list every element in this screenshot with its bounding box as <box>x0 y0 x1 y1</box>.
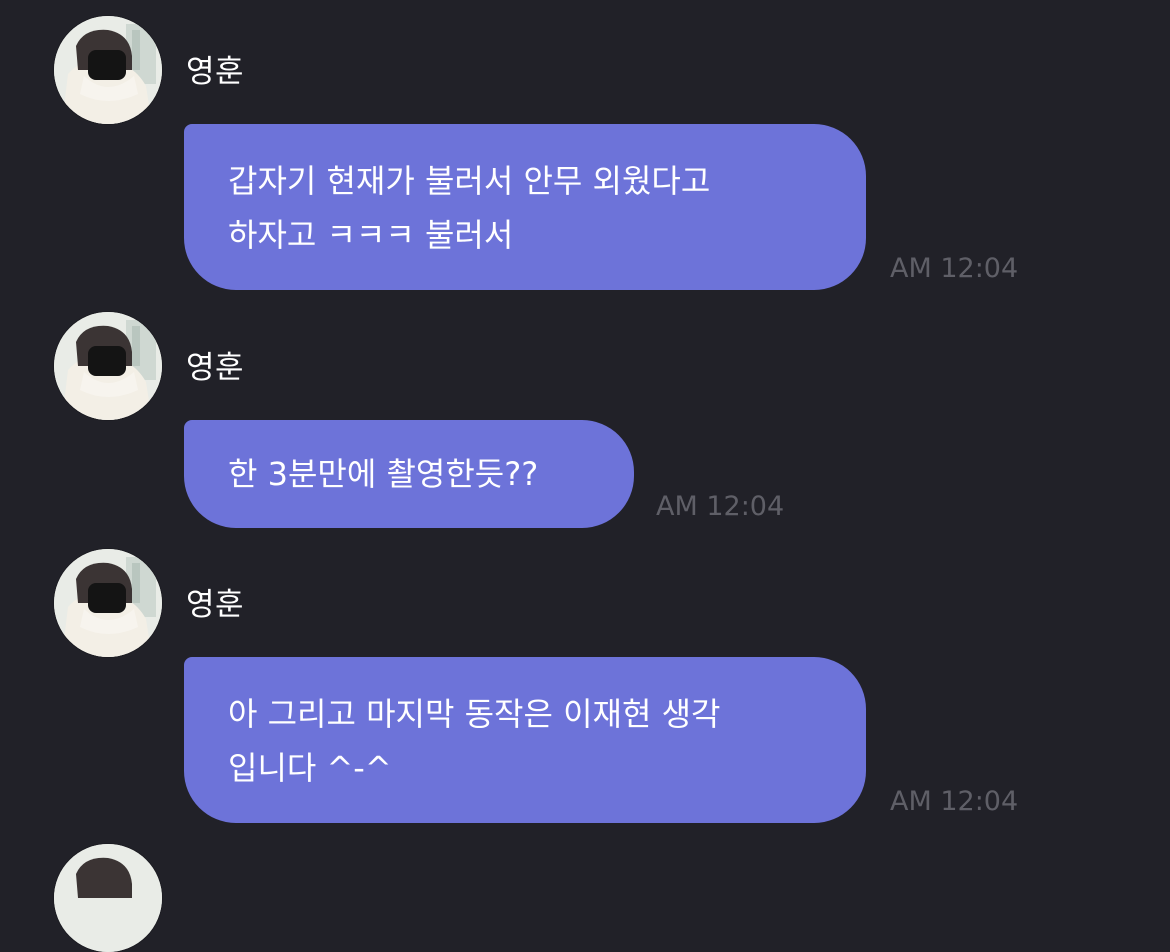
sender-name: 영훈 <box>186 350 245 386</box>
message-timestamp: AM 12:04 <box>890 786 1019 817</box>
avatar[interactable] <box>54 844 162 952</box>
profile-photo-icon <box>54 16 162 124</box>
profile-photo-icon <box>54 844 162 952</box>
avatar[interactable] <box>54 549 162 657</box>
avatar[interactable] <box>54 312 162 420</box>
profile-photo-icon <box>54 549 162 657</box>
message-bubble[interactable]: 아 그리고 마지막 동작은 이재현 생각 입니다 ^-^ <box>184 657 866 823</box>
message-bubble[interactable]: 갑자기 현재가 불러서 안무 외웠다고 하자고 ㅋㅋㅋ 불러서 <box>184 124 866 290</box>
chat-log: 영훈 갑자기 현재가 불러서 안무 외웠다고 하자고 ㅋㅋㅋ 불러서 AM 12… <box>0 0 1170 952</box>
message-line: 아 그리고 마지막 동작은 이재현 생각 <box>228 695 721 733</box>
avatar[interactable] <box>54 16 162 124</box>
message-line: 갑자기 현재가 불러서 안무 외웠다고 <box>228 162 711 200</box>
message-bubble[interactable]: 한 3분만에 촬영한듯?? <box>184 420 634 528</box>
message-line: 입니다 ^-^ <box>228 749 392 787</box>
message-timestamp: AM 12:04 <box>890 253 1019 284</box>
message-timestamp: AM 12:04 <box>656 491 785 522</box>
message-line: 하자고 ㅋㅋㅋ 불러서 <box>228 216 514 254</box>
sender-name: 영훈 <box>186 587 245 623</box>
message-line: 한 3분만에 촬영한듯?? <box>228 455 539 493</box>
profile-photo-icon <box>54 312 162 420</box>
sender-name: 영훈 <box>186 54 245 90</box>
